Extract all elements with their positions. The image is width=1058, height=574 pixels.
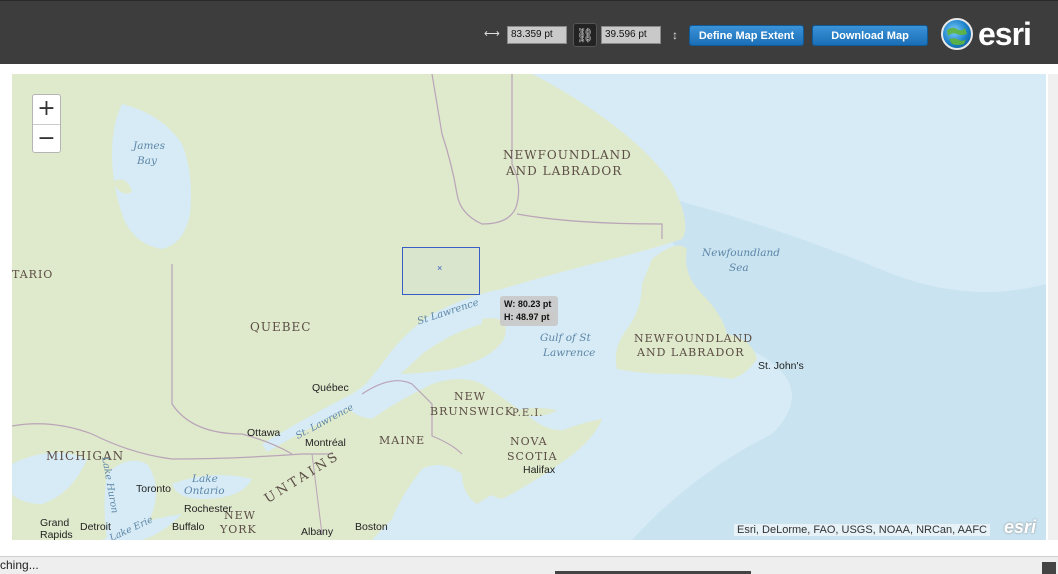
tooltip-height: H: 48.97 pt <box>504 312 550 322</box>
city-grand-rapids-2: Rapids <box>40 529 73 540</box>
city-ottawa: Ottawa <box>247 427 281 439</box>
label-lake-ontario-2: Ontario <box>184 485 225 497</box>
city-montreal: Montréal <box>305 437 346 449</box>
label-new-york-2: YORK <box>220 523 257 536</box>
label-newfoundland-labrador-2: AND LABRADOR <box>506 164 623 178</box>
vertical-scrollbar[interactable] <box>1048 74 1058 540</box>
label-quebec: QUEBEC <box>250 320 312 334</box>
zoom-control: + − <box>32 94 61 153</box>
esri-logo: esri <box>978 16 1032 52</box>
esri-watermark: esri <box>1003 517 1036 537</box>
label-ontario: TARIO <box>12 268 54 281</box>
city-grand-rapids: Grand <box>40 517 70 529</box>
label-newfoundland-island-2: AND LABRADOR <box>637 346 745 359</box>
top-toolbar: ⟷ 83.359 pt ⛓ 39.596 pt ↕ Define Map Ext… <box>0 0 1058 64</box>
status-bar: ching... <box>0 556 1058 574</box>
height-input[interactable]: 39.596 pt <box>601 26 661 44</box>
extent-size-tooltip: W: 80.23 pt H: 48.97 pt <box>500 296 558 326</box>
label-newfoundland-sea: Newfoundland <box>702 247 780 259</box>
city-quebec: Québec <box>312 382 349 394</box>
label-lake-ontario: Lake <box>192 473 218 485</box>
label-james-bay-2: Bay <box>137 155 157 167</box>
status-corner <box>1042 562 1056 574</box>
label-nova-scotia-2: SCOTIA <box>507 450 558 463</box>
download-map-button[interactable]: Download Map <box>812 25 928 46</box>
city-detroit: Detroit <box>80 521 111 533</box>
label-james-bay: James <box>133 140 166 152</box>
width-arrows-icon: ⟷ <box>484 28 500 40</box>
city-rochester: Rochester <box>184 503 232 515</box>
city-buffalo: Buffalo <box>172 521 205 533</box>
chain-link-icon[interactable]: ⛓ <box>573 23 597 47</box>
label-pei: P.E.I. <box>512 408 544 419</box>
zoom-out-button[interactable]: − <box>33 125 60 154</box>
label-nova-scotia: NOVA <box>510 435 548 448</box>
label-new-brunswick: NEW <box>454 390 486 403</box>
label-newfoundland-labrador: NEWFOUNDLAND <box>503 148 632 162</box>
tooltip-width: W: 80.23 pt <box>504 299 552 309</box>
height-arrows-icon: ↕ <box>672 28 678 42</box>
extent-center-marker: × <box>437 263 443 273</box>
label-newfoundland-sea-2: Sea <box>729 262 749 274</box>
city-boston: Boston <box>355 521 388 533</box>
esri-globe-icon <box>941 18 973 50</box>
label-gulf-st-lawrence: Gulf of St <box>540 332 591 344</box>
label-maine: MAINE <box>379 434 426 447</box>
map-view[interactable]: NEWFOUNDLAND AND LABRADOR NEWFOUNDLAND A… <box>12 74 1046 540</box>
city-toronto: Toronto <box>136 483 172 495</box>
label-newfoundland-island: NEWFOUNDLAND <box>634 332 754 345</box>
width-input[interactable]: 83.359 pt <box>507 26 567 44</box>
map-attribution: Esri, DeLorme, FAO, USGS, NOAA, NRCan, A… <box>733 524 990 536</box>
define-map-extent-button[interactable]: Define Map Extent <box>689 25 804 46</box>
city-albany: Albany <box>301 526 334 538</box>
city-st-johns: St. John's <box>758 360 804 372</box>
city-halifax: Halifax <box>523 464 556 476</box>
label-new-brunswick-2: BRUNSWICK <box>430 405 515 418</box>
label-michigan: MICHIGAN <box>46 449 125 463</box>
zoom-in-button[interactable]: + <box>33 95 60 125</box>
status-text: ching... <box>0 558 39 572</box>
label-gulf-st-lawrence-2: Lawrence <box>543 347 596 359</box>
